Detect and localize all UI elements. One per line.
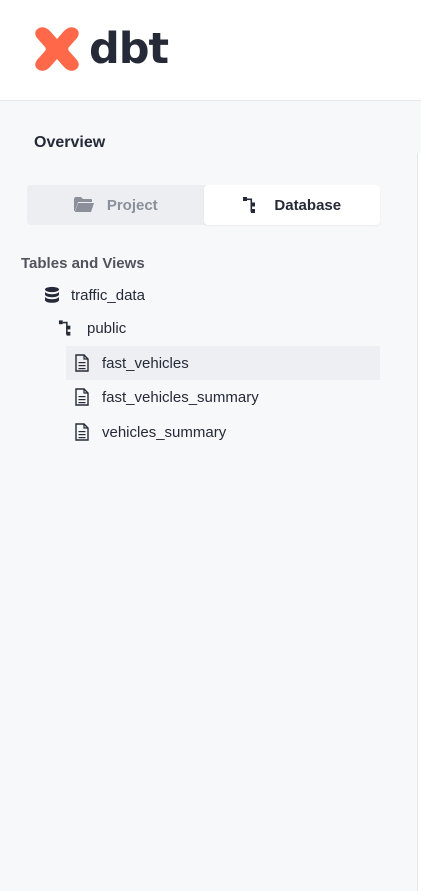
schema-label: public [87, 319, 127, 337]
brand-name: dbt [89, 24, 169, 74]
tree-item-table[interactable]: fast_vehicles_summary [66, 380, 259, 414]
table-label: fast_vehicles_summary [102, 388, 259, 406]
tree-item-database[interactable]: traffic_data [43, 278, 145, 312]
tree-item-table[interactable]: vehicles_summary [66, 415, 226, 449]
table-label: vehicles_summary [102, 423, 227, 441]
document-icon [75, 388, 89, 406]
table-label: fast_vehicles [102, 354, 189, 372]
tree-item-table[interactable]: fast_vehicles [66, 346, 380, 380]
database-icon [45, 286, 59, 303]
database-label: traffic_data [71, 286, 145, 304]
folder-icon [73, 197, 94, 212]
app-header: dbt [0, 0, 421, 101]
main-panel-edge [417, 153, 421, 891]
schema-tree-icon [58, 320, 71, 336]
schema-tree-icon [243, 197, 256, 213]
tables-and-views-heading: Tables and Views [21, 255, 145, 272]
project-tab[interactable]: Project [27, 185, 204, 225]
document-icon [75, 423, 89, 441]
document-icon [75, 354, 89, 372]
dbt-logo-mark-icon [35, 27, 79, 71]
dbt-logo[interactable]: dbt [33, 24, 169, 74]
database-tab[interactable]: Database [203, 185, 380, 225]
tree-item-schema[interactable]: public [58, 311, 126, 345]
overview-title[interactable]: Overview [34, 134, 105, 152]
project-database-switch: Project Database [27, 185, 380, 225]
database-tab-label: Database [274, 196, 342, 214]
project-tab-label: Project [106, 196, 158, 214]
